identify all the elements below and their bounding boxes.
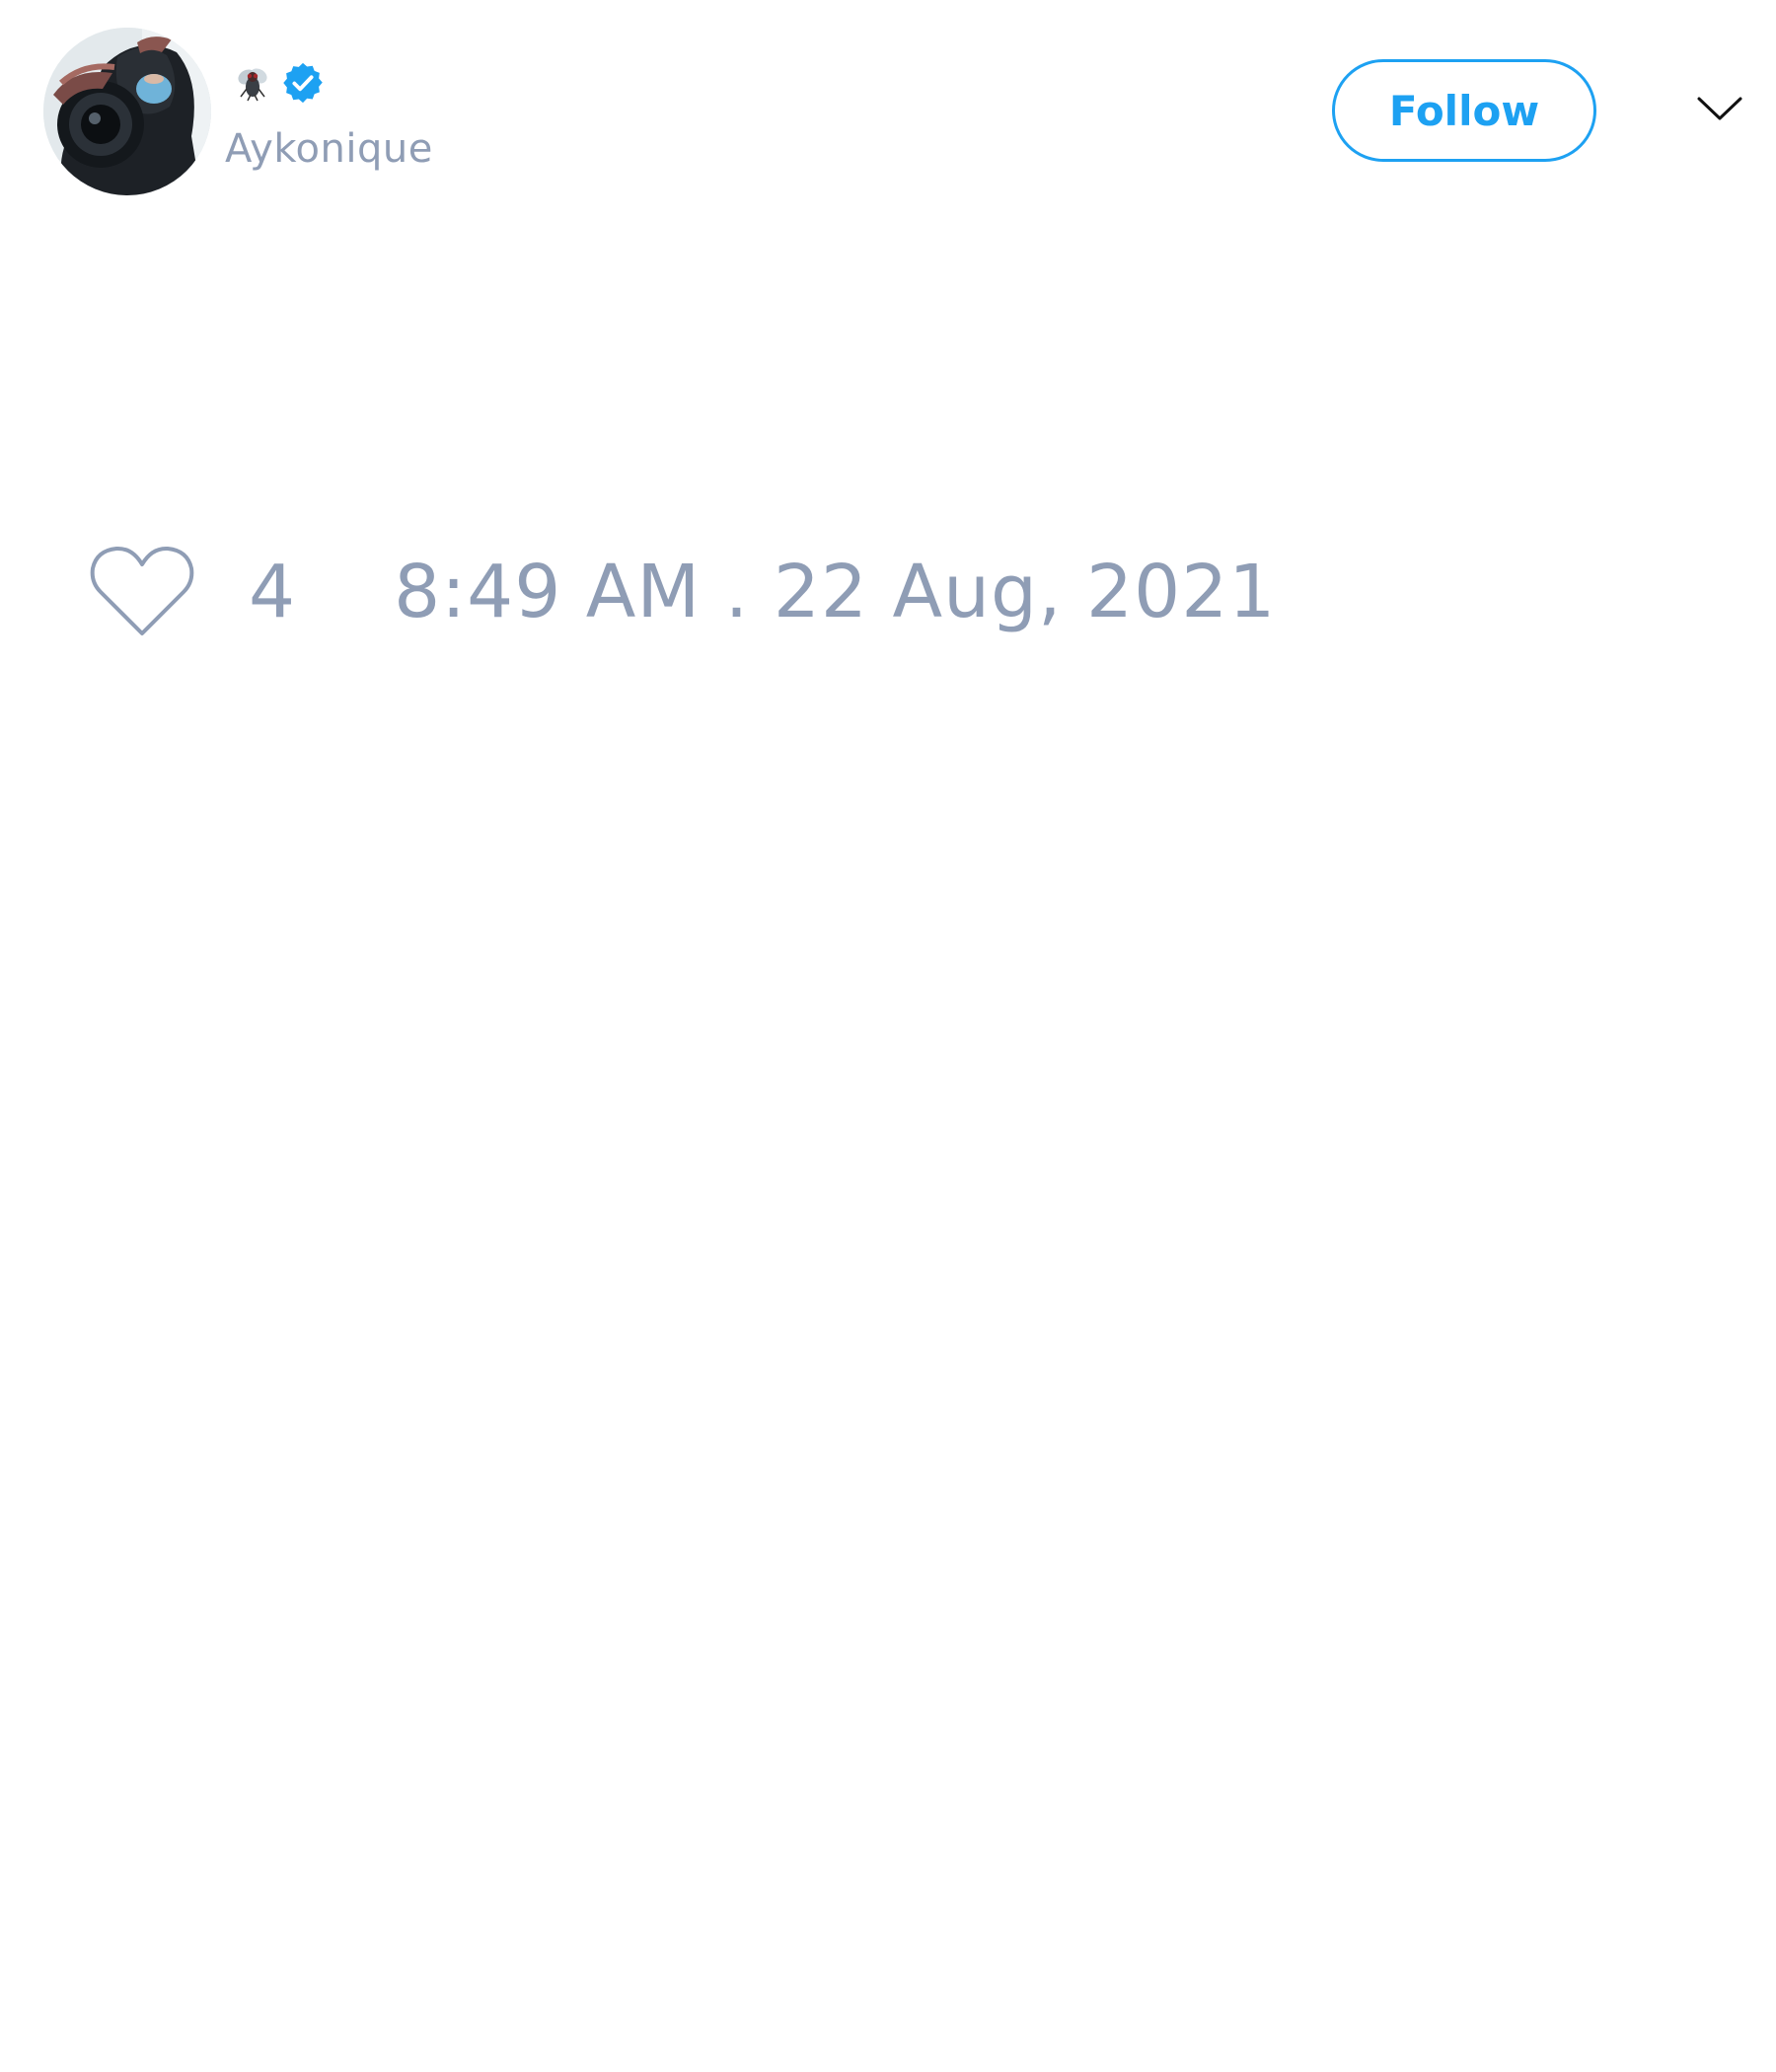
- like-count: 4: [249, 550, 296, 634]
- heart-icon[interactable]: [89, 545, 195, 639]
- chevron-down-icon[interactable]: [1695, 89, 1744, 128]
- tweet-meta: 4 8:49 AM . 22 Aug, 2021: [89, 543, 1276, 641]
- timestamp[interactable]: 8:49 AM . 22 Aug, 2021: [394, 550, 1276, 634]
- tweet-header: Aykonique Follow: [0, 0, 1776, 217]
- follow-button[interactable]: Follow: [1332, 59, 1596, 162]
- username[interactable]: Aykonique: [225, 126, 433, 172]
- avatar[interactable]: [43, 28, 211, 195]
- display-name-row: [233, 57, 326, 109]
- fly-icon: [233, 63, 272, 103]
- avatar-photo: [43, 28, 211, 195]
- verified-badge-icon: [280, 60, 326, 106]
- tweet-embed: Aykonique Follow 4 8:49 AM . 22 Aug, 202…: [0, 0, 1776, 2072]
